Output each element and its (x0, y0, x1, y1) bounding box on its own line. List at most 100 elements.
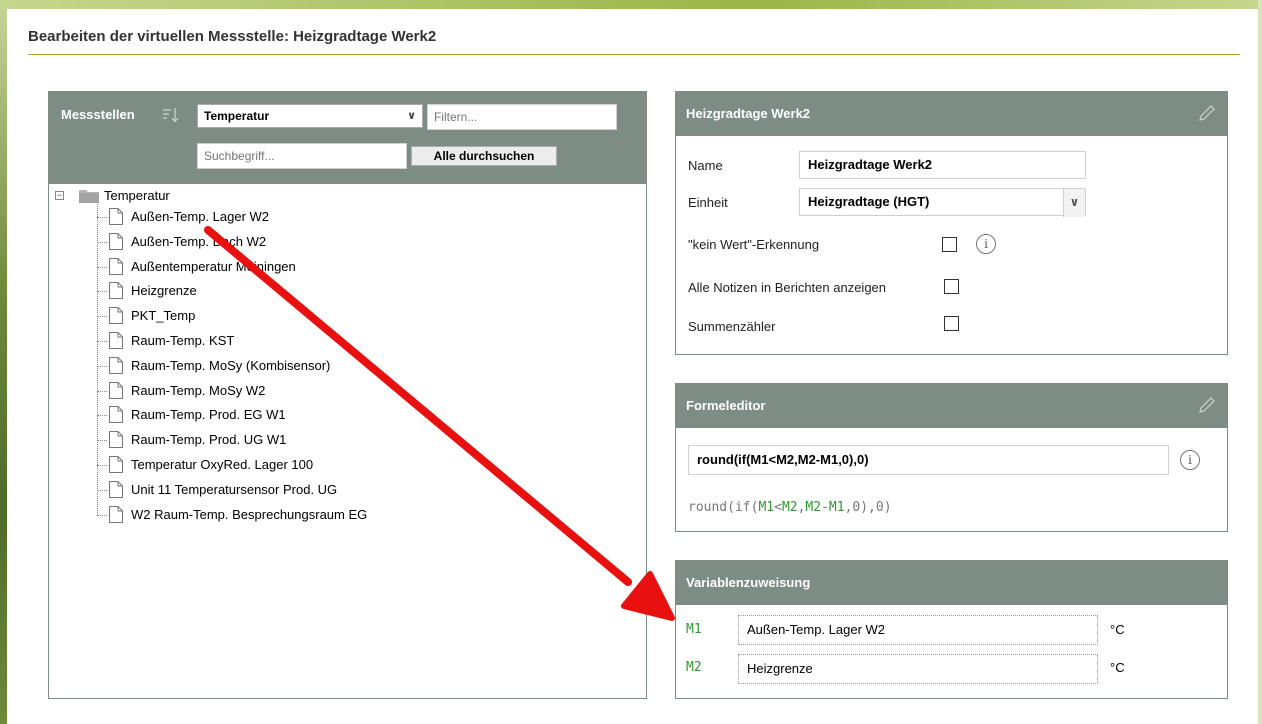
variable-assignment-title: Variablenzuweisung (686, 575, 811, 590)
variable-m1-unit: °C (1110, 622, 1125, 637)
tree-item[interactable]: Raum-Temp. Prod. EG W1 (97, 404, 597, 428)
no-value-detection-label: "kein Wert"-Erkennung (688, 237, 820, 252)
document-icon (109, 381, 123, 399)
left-border-strip (0, 0, 7, 724)
formula-preview-variable: M1 (828, 500, 845, 515)
show-notes-label: Alle Notizen in Berichten anzeigen (688, 280, 887, 295)
document-icon (109, 431, 123, 449)
tree-item[interactable]: Raum-Temp. KST (97, 330, 597, 354)
formula-preview-variable: M2 (805, 500, 822, 515)
pencil-icon[interactable] (1197, 395, 1217, 415)
tree-item[interactable]: Heizgrenze (97, 280, 597, 304)
tree-item-label: Raum-Temp. KST (131, 333, 235, 348)
tree-item[interactable]: W2 Raum-Temp. Besprechungsraum EG (97, 504, 597, 528)
tree-connector (97, 415, 107, 417)
tree-item-label: Außentemperatur Meiningen (131, 258, 296, 274)
tree-item-label: Raum-Temp. Prod. EG W1 (131, 407, 286, 423)
tree-item-label: Außen-Temp. Lager W2 (131, 209, 270, 224)
tree-item-label: Raum-Temp. Prod. UG W1 (131, 432, 287, 448)
tree-connector (97, 390, 107, 392)
show-notes-checkbox[interactable] (944, 279, 959, 294)
formula-preview: round(if(M1<M2,M2-M1,0),0) (688, 500, 892, 515)
right-border-strip (1258, 0, 1262, 724)
document-icon (109, 208, 123, 225)
tree-item[interactable]: PKT_Temp (97, 305, 597, 329)
totalizer-checkbox[interactable] (944, 316, 959, 331)
tree-connector (97, 514, 107, 516)
tree-connector (97, 316, 107, 318)
variable-m1-field[interactable]: Außen-Temp. Lager W2 (738, 615, 1098, 645)
formula-preview-part: ,0),0) (844, 500, 892, 515)
tree-item[interactable]: Raum-Temp. MoSy W2 (97, 380, 597, 404)
tree-connector (97, 291, 107, 293)
tree-item-label: Raum-Temp. MoSy (Kombisensor) (131, 357, 331, 373)
tree-item-label: Außen-Temp. Dach W2 (131, 233, 267, 249)
search-all-button[interactable]: Alle durchsuchen (411, 146, 557, 166)
tree-item-label: Temperatur OxyRed. Lager 100 (131, 457, 314, 472)
tree-item[interactable]: Außen-Temp. Dach W2 (97, 231, 597, 255)
variable-assignment-header: Variablenzuweisung (676, 561, 1227, 605)
formula-preview-part: round(if( (688, 500, 759, 515)
info-icon[interactable]: i (976, 234, 996, 254)
chevron-down-icon[interactable]: ∨ (1063, 189, 1085, 217)
collapse-icon[interactable]: − (55, 191, 64, 200)
category-select-value: Temperatur (204, 109, 270, 123)
category-select[interactable]: Temperatur ∨ (197, 104, 423, 128)
document-icon (109, 332, 123, 349)
measuring-points-panel: Messstellen Temperatur ∨ Alle durchsuche… (48, 91, 647, 699)
sort-icon[interactable] (162, 106, 180, 124)
tree-root-label: Temperatur (104, 188, 170, 203)
formula-editor-header: Formeleditor (676, 384, 1227, 428)
variable-m2-field[interactable]: Heizgrenze (738, 654, 1098, 684)
unit-label: Einheit (688, 195, 728, 210)
variable-m2-unit: °C (1110, 660, 1125, 675)
tree-connector (97, 465, 107, 466)
tree-root-node[interactable]: − Temperatur (55, 188, 355, 206)
formula-editor-title: Formeleditor (686, 398, 766, 413)
variable-m2-name: M2 (686, 660, 702, 675)
pencil-icon[interactable] (1197, 103, 1217, 123)
variable-m1-name: M1 (686, 622, 702, 637)
tree-connector (97, 341, 107, 342)
tree-item[interactable]: Temperatur OxyRed. Lager 100 (97, 454, 597, 478)
tree-item-label: Raum-Temp. MoSy W2 (131, 382, 266, 398)
tree-connector (97, 440, 107, 442)
measuring-points-header: Messstellen Temperatur ∨ Alle durchsuche… (49, 92, 646, 184)
document-icon (109, 257, 123, 275)
formula-preview-part: - (821, 500, 829, 515)
unit-select[interactable]: Heizgradtage (HGT) ∨ (799, 188, 1086, 217)
tree-connector (97, 365, 107, 367)
unit-select-value: Heizgradtage (HGT) (808, 194, 930, 209)
tree-item[interactable]: Unit 11 Temperatursensor Prod. UG (97, 479, 597, 503)
document-icon (109, 282, 123, 300)
page-title: Bearbeiten der virtuellen Messstelle: He… (28, 28, 437, 45)
tree-connector (97, 489, 107, 491)
properties-panel: Heizgradtage Werk2 Name Heizgradtage Wer… (675, 91, 1228, 355)
tree-item-label: Heizgrenze (131, 283, 197, 299)
tree-item[interactable]: Außentemperatur Meiningen (97, 256, 597, 280)
no-value-detection-checkbox[interactable] (942, 237, 957, 252)
name-field[interactable]: Heizgradtage Werk2 (799, 151, 1086, 179)
tree-item[interactable]: Außen-Temp. Lager W2 (97, 206, 597, 230)
tree-item[interactable]: Raum-Temp. MoSy (Kombisensor) (97, 355, 597, 379)
filter-input[interactable] (427, 104, 617, 130)
variable-assignment-panel: Variablenzuweisung M1 Außen-Temp. Lager … (675, 560, 1228, 699)
search-input[interactable] (197, 143, 407, 169)
properties-title: Heizgradtage Werk2 (686, 106, 811, 121)
formula-preview-variable: M2 (781, 500, 798, 515)
document-icon (109, 406, 123, 424)
properties-header: Heizgradtage Werk2 (676, 92, 1227, 136)
formula-preview-part: < (774, 500, 782, 515)
title-divider (28, 54, 1240, 55)
tree-connector (97, 266, 107, 268)
tree-item-label: PKT_Temp (131, 308, 196, 324)
measuring-points-label: Messstellen (61, 107, 135, 122)
document-icon (109, 505, 123, 523)
document-icon (109, 232, 123, 250)
formula-editor-panel: Formeleditor round(if(M1<M2,M2-M1,0),0) … (675, 383, 1228, 532)
tree-item[interactable]: Raum-Temp. Prod. UG W1 (97, 429, 597, 453)
formula-preview-variable: M1 (758, 500, 775, 515)
formula-input[interactable]: round(if(M1<M2,M2-M1,0),0) (688, 445, 1169, 475)
info-icon[interactable]: i (1180, 450, 1200, 470)
tree-item-label: W2 Raum-Temp. Besprechungsraum EG (131, 506, 368, 522)
